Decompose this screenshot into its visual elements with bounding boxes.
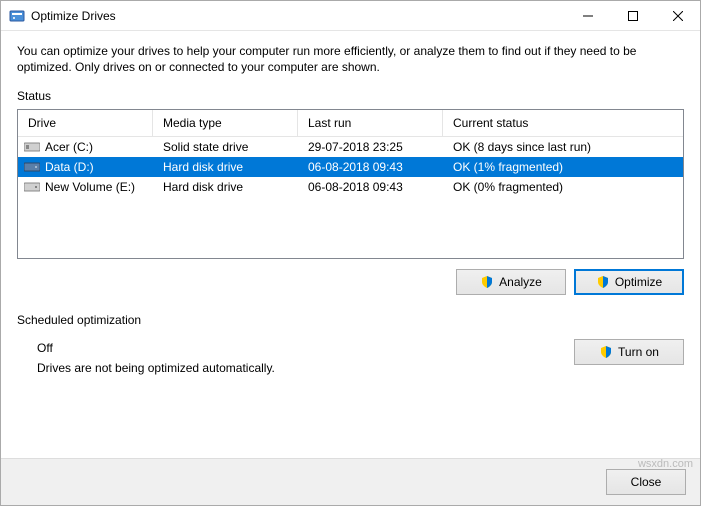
intro-text: You can optimize your drives to help you…	[17, 43, 684, 75]
drive-status: OK (1% fragmented)	[443, 160, 683, 174]
drive-media: Solid state drive	[153, 140, 298, 154]
column-status[interactable]: Current status	[443, 110, 683, 136]
scheduled-label: Scheduled optimization	[17, 313, 684, 327]
analyze-button[interactable]: Analyze	[456, 269, 566, 295]
schedule-description: Drives are not being optimized automatic…	[37, 361, 574, 375]
drive-name: Acer (C:)	[45, 140, 93, 154]
drive-row[interactable]: New Volume (E:) Hard disk drive 06-08-20…	[18, 177, 683, 197]
column-lastrun[interactable]: Last run	[298, 110, 443, 136]
close-button[interactable]	[655, 1, 700, 30]
drive-media: Hard disk drive	[153, 160, 298, 174]
turn-on-button[interactable]: Turn on	[574, 339, 684, 365]
drive-list[interactable]: Drive Media type Last run Current status…	[17, 109, 684, 259]
content-area: You can optimize your drives to help you…	[1, 31, 700, 458]
analyze-label: Analyze	[499, 275, 542, 289]
drive-media: Hard disk drive	[153, 180, 298, 194]
action-row: Analyze Optimize	[17, 269, 684, 295]
schedule-text: Off Drives are not being optimized autom…	[17, 333, 574, 375]
footer: Close	[1, 458, 700, 505]
drive-status: OK (0% fragmented)	[443, 180, 683, 194]
drive-lastrun: 06-08-2018 09:43	[298, 160, 443, 174]
window-controls	[565, 1, 700, 30]
drive-status: OK (8 days since last run)	[443, 140, 683, 154]
drive-lastrun: 29-07-2018 23:25	[298, 140, 443, 154]
maximize-button[interactable]	[610, 1, 655, 30]
optimize-button[interactable]: Optimize	[574, 269, 684, 295]
app-icon	[9, 8, 25, 24]
drive-lastrun: 06-08-2018 09:43	[298, 180, 443, 194]
drive-name: Data (D:)	[45, 160, 94, 174]
drive-name: New Volume (E:)	[45, 180, 135, 194]
column-drive[interactable]: Drive	[18, 110, 153, 136]
ssd-icon	[24, 141, 40, 153]
hdd-icon	[24, 181, 40, 193]
window-title: Optimize Drives	[31, 9, 565, 23]
column-media[interactable]: Media type	[153, 110, 298, 136]
drive-row[interactable]: Acer (C:) Solid state drive 29-07-2018 2…	[18, 137, 683, 157]
turn-on-label: Turn on	[618, 345, 659, 359]
status-label: Status	[17, 89, 684, 103]
close-dialog-button[interactable]: Close	[606, 469, 686, 495]
titlebar: Optimize Drives	[1, 1, 700, 31]
shield-icon	[480, 275, 494, 289]
minimize-button[interactable]	[565, 1, 610, 30]
shield-icon	[599, 345, 613, 359]
optimize-drives-window: Optimize Drives You can optimize your dr…	[0, 0, 701, 506]
optimize-label: Optimize	[615, 275, 662, 289]
schedule-row: Off Drives are not being optimized autom…	[17, 333, 684, 375]
hdd-icon	[24, 161, 40, 173]
schedule-state: Off	[37, 341, 574, 355]
drive-row[interactable]: Data (D:) Hard disk drive 06-08-2018 09:…	[18, 157, 683, 177]
shield-icon	[596, 275, 610, 289]
drive-list-header: Drive Media type Last run Current status	[18, 110, 683, 137]
